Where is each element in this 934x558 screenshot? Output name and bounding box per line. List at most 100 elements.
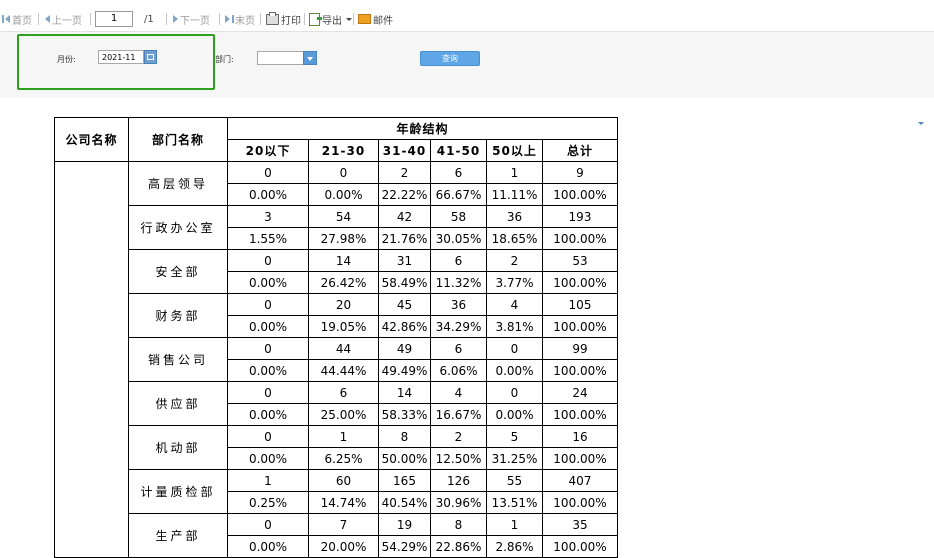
age-structure-header: 年龄结构 (227, 117, 618, 140)
percent-cell: 34.29% (430, 315, 487, 338)
percent-cell: 3.81% (486, 315, 543, 338)
mail-button[interactable]: 邮件 (358, 12, 393, 27)
age-column-header: 41-50 (430, 139, 487, 162)
dept-name-header: 部门名称 (128, 117, 228, 162)
print-button[interactable]: 打印 (266, 11, 301, 27)
dept-label: 部门: (215, 55, 234, 64)
percent-cell: 100.00% (542, 491, 618, 514)
percent-cell: 0.00% (227, 315, 309, 338)
count-cell: 0 (227, 249, 309, 272)
percent-cell: 100.00% (542, 403, 618, 426)
print-label: 打印 (281, 15, 301, 27)
percent-cell: 0.25% (227, 491, 309, 514)
table-row: 生产部 0 7 19 8 1 35 (55, 513, 618, 558)
percent-cell: 19.05% (308, 315, 379, 338)
percent-cell: 21.76% (378, 227, 431, 250)
percent-cell: 0.00% (308, 183, 379, 206)
count-cell: 5 (486, 425, 543, 448)
table-row: 计量质检部 1 60 165 126 55 407 (55, 469, 618, 514)
count-cell: 19 (378, 513, 431, 536)
percent-cell: 30.96% (430, 491, 487, 514)
export-button[interactable]: 导出 (309, 12, 352, 27)
percent-cell: 0.00% (227, 535, 309, 558)
percent-cell: 1.55% (227, 227, 309, 250)
count-cell: 20 (308, 293, 379, 316)
percent-cell: 16.67% (430, 403, 487, 426)
count-cell: 14 (308, 249, 379, 272)
percent-cell: 100.00% (542, 271, 618, 294)
dept-name-cell: 安全部 (128, 249, 228, 294)
count-cell: 2 (430, 425, 487, 448)
percent-cell: 42.86% (378, 315, 431, 338)
prev-page-label: 上一页 (52, 15, 82, 27)
count-cell: 31 (378, 249, 431, 272)
percent-cell: 0.00% (227, 359, 309, 382)
percent-cell: 31.25% (486, 447, 543, 470)
last-page-icon (225, 15, 230, 23)
count-cell: 0 (486, 381, 543, 404)
count-cell: 36 (430, 293, 487, 316)
collapse-arrow-icon[interactable] (918, 122, 924, 125)
count-cell: 105 (542, 293, 618, 316)
table-row: 销售公司 0 44 49 6 0 99 (55, 337, 618, 382)
mail-label: 邮件 (373, 15, 393, 27)
last-page-button[interactable]: 末页 (225, 12, 255, 27)
count-cell: 0 (227, 161, 309, 184)
count-cell: 54 (308, 205, 379, 228)
percent-cell: 2.86% (486, 535, 543, 558)
dept-name-cell: 供应部 (128, 381, 228, 426)
dept-name-cell: 生产部 (128, 513, 228, 558)
first-page-label: 首页 (12, 15, 32, 27)
count-cell: 1 (308, 425, 379, 448)
filter-panel: 月份: 2021-11 部门: 查询 (0, 31, 934, 125)
page-number-input[interactable] (95, 11, 133, 27)
percent-cell: 13.51% (486, 491, 543, 514)
dept-dropdown-icon[interactable] (303, 51, 317, 65)
count-cell: 42 (378, 205, 431, 228)
percent-cell: 0.00% (227, 403, 309, 426)
query-button[interactable]: 查询 (420, 51, 480, 66)
percent-cell: 22.22% (378, 183, 431, 206)
percent-cell: 12.50% (430, 447, 487, 470)
percent-cell: 18.65% (486, 227, 543, 250)
export-label: 导出 (322, 15, 342, 27)
count-cell: 49 (378, 337, 431, 360)
percent-cell: 100.00% (542, 447, 618, 470)
percent-cell: 20.00% (308, 535, 379, 558)
count-cell: 0 (227, 293, 309, 316)
prev-page-icon (45, 15, 50, 23)
count-cell: 35 (542, 513, 618, 536)
count-cell: 6 (430, 161, 487, 184)
prev-page-button[interactable]: 上一页 (45, 12, 82, 27)
count-cell: 0 (227, 337, 309, 360)
next-page-button[interactable]: 下一页 (173, 12, 210, 27)
count-cell: 6 (430, 337, 487, 360)
count-cell: 1 (486, 513, 543, 536)
count-cell: 6 (308, 381, 379, 404)
next-page-label: 下一页 (180, 15, 210, 27)
dept-name-cell: 机动部 (128, 425, 228, 470)
count-cell: 4 (430, 381, 487, 404)
count-cell: 193 (542, 205, 618, 228)
percent-cell: 49.49% (378, 359, 431, 382)
count-cell: 36 (486, 205, 543, 228)
count-cell: 45 (378, 293, 431, 316)
percent-cell: 3.77% (486, 271, 543, 294)
percent-cell: 30.05% (430, 227, 487, 250)
table-row: 机动部 0 1 8 2 5 16 (55, 425, 618, 470)
count-cell: 3 (227, 205, 309, 228)
count-cell: 407 (542, 469, 618, 492)
count-cell: 16 (542, 425, 618, 448)
count-cell: 44 (308, 337, 379, 360)
percent-cell: 100.00% (542, 535, 618, 558)
first-page-button[interactable]: 首页 (2, 12, 32, 27)
dept-select[interactable] (257, 51, 303, 65)
percent-cell: 22.86% (430, 535, 487, 558)
percent-cell: 6.25% (308, 447, 379, 470)
percent-cell: 44.44% (308, 359, 379, 382)
count-cell: 14 (378, 381, 431, 404)
month-input[interactable]: 2021-11 (98, 50, 144, 64)
calendar-icon[interactable] (144, 50, 157, 64)
count-cell: 24 (542, 381, 618, 404)
percent-cell: 0.00% (227, 447, 309, 470)
